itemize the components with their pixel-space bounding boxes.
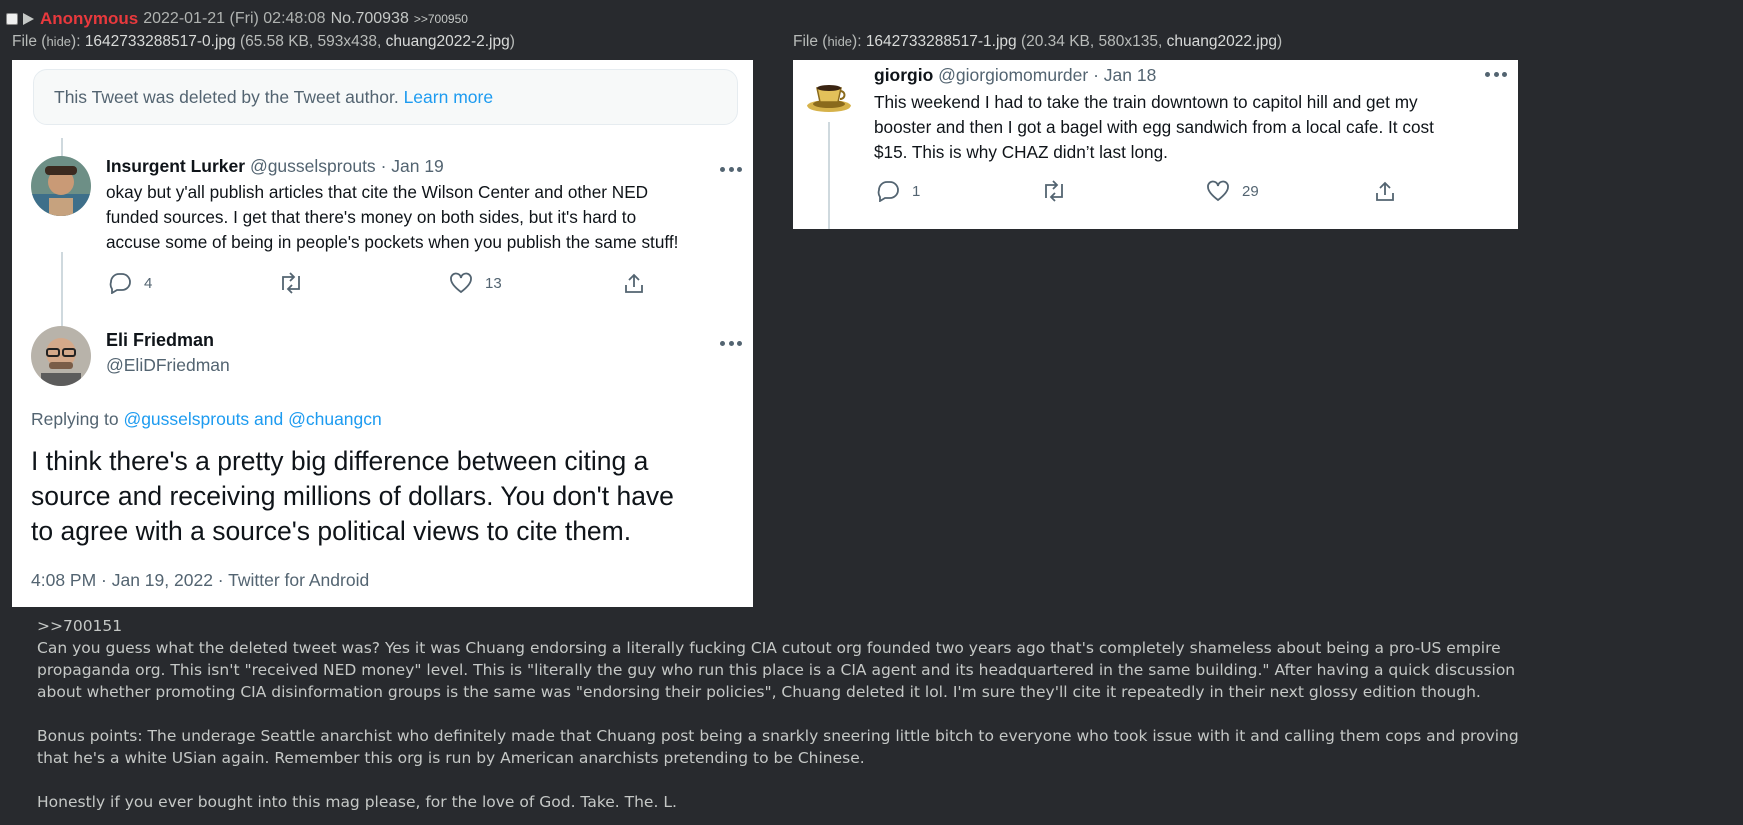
hide-file-link[interactable]: hide bbox=[46, 34, 71, 49]
tweet-line: source and receiving millions of dollars… bbox=[31, 481, 674, 511]
file-original-name: chuang2022-2.jpg bbox=[385, 33, 510, 50]
tweet-timestamp: 4:08 PM · Jan 19, 2022 · Twitter for And… bbox=[31, 570, 370, 590]
more-icon bbox=[720, 167, 742, 173]
tweet-header: Insurgent Lurker @gusselsprouts · Jan 19 bbox=[106, 156, 444, 177]
tweet-author-handle: @giorgiomomurder bbox=[938, 65, 1089, 85]
deleted-notice-text: This Tweet was deleted by the Tweet auth… bbox=[54, 86, 399, 107]
reply-count: 4 bbox=[144, 274, 153, 292]
tweet-line: funded sources. I get that there's money… bbox=[106, 207, 637, 227]
tweet-line: I think there's a pretty big difference … bbox=[31, 446, 649, 476]
post-date: 2022-01-21 (Fri) 02:48:08 bbox=[143, 10, 326, 27]
share-icon bbox=[1376, 181, 1394, 201]
tweet-text: This weekend I had to take the train dow… bbox=[874, 90, 1434, 165]
tweet-line: to agree with a source's political views… bbox=[31, 516, 632, 546]
retweet-icon bbox=[1045, 180, 1063, 202]
tweet-header: giorgio @giorgiomomurder · Jan 18 bbox=[874, 65, 1156, 86]
hide-file-link[interactable]: hide bbox=[827, 34, 852, 49]
like-count: 13 bbox=[485, 274, 502, 292]
poster-name: Anonymous bbox=[40, 9, 139, 28]
like-icon bbox=[1207, 180, 1229, 202]
replying-label: Replying to bbox=[31, 409, 119, 429]
tweet-actions: 1 29 bbox=[876, 180, 1476, 204]
post-menu-arrow-icon[interactable] bbox=[23, 13, 34, 25]
post-number-link[interactable]: No.700938 bbox=[331, 10, 409, 28]
comment-line: about whether promoting CIA disinformati… bbox=[37, 683, 1481, 701]
deleted-tweet-notice: This Tweet was deleted by the Tweet auth… bbox=[33, 69, 738, 125]
reply-count: 1 bbox=[912, 182, 921, 200]
file-original-name: chuang2022.jpg bbox=[1166, 33, 1277, 50]
tweet-date: · Jan 19 bbox=[380, 156, 444, 176]
replying-handles: @gusselsprouts and @chuangcn bbox=[123, 409, 382, 429]
post-header: Anonymous 2022-01-21 (Fri) 02:48:08 No.7… bbox=[6, 9, 468, 29]
file-meta: 20.34 KB, 580x135 bbox=[1026, 33, 1158, 50]
post-comment: >>700151 Can you guess what the deleted … bbox=[37, 615, 1727, 813]
comment-line: Can you guess what the deleted tweet was… bbox=[37, 639, 1501, 657]
tweet-actions: 4 13 bbox=[108, 272, 668, 296]
tweet-author-name: giorgio bbox=[874, 65, 934, 85]
file-info-1: File (hide): 1642733288517-0.jpg (65.58 … bbox=[12, 33, 515, 50]
attached-image-2[interactable]: giorgio @giorgiomomurder · Jan 18 This w… bbox=[793, 60, 1518, 229]
tweet-author-handle: @gusselsprouts bbox=[249, 156, 376, 176]
comment-line: that he's a white USian again. Remember … bbox=[37, 749, 865, 767]
attached-image-1[interactable]: This Tweet was deleted by the Tweet auth… bbox=[12, 60, 753, 607]
tweet-line: This weekend I had to take the train dow… bbox=[874, 92, 1418, 112]
replying-to: Replying to @gusselsprouts and @chuangcn bbox=[31, 409, 382, 430]
tweet-line: $15. This is why CHAZ didn’t last long. bbox=[874, 142, 1168, 162]
tweet-line: okay but y'all publish articles that cit… bbox=[106, 182, 649, 202]
tweet-author-name: Insurgent Lurker bbox=[106, 156, 246, 176]
avatar bbox=[31, 156, 91, 216]
quote-link[interactable]: >>700151 bbox=[37, 615, 1727, 637]
file-label: File bbox=[793, 33, 818, 50]
file-info-2: File (hide): 1642733288517-1.jpg (20.34 … bbox=[793, 33, 1283, 50]
like-count: 29 bbox=[1242, 182, 1259, 200]
more-icon bbox=[720, 341, 742, 347]
tweet-date: · Jan 18 bbox=[1093, 65, 1157, 85]
tweet-line: booster and then I got a bagel with egg … bbox=[874, 117, 1434, 137]
comment-line: Honestly if you ever bought into this ma… bbox=[37, 793, 677, 811]
reply-icon bbox=[877, 181, 899, 202]
tweet-text: okay but y'all publish articles that cit… bbox=[106, 180, 678, 255]
reply-icon bbox=[109, 273, 131, 294]
comment-line: Bonus points: The underage Seattle anarc… bbox=[37, 727, 1519, 745]
main-tweet-text: I think there's a pretty big difference … bbox=[31, 444, 743, 549]
tweet-author-handle: @EliDFriedman bbox=[106, 355, 230, 375]
post-select-checkbox[interactable] bbox=[6, 13, 18, 25]
file-meta: 65.58 KB, 593x438 bbox=[245, 33, 377, 50]
file-name-link[interactable]: 1642733288517-1.jpg bbox=[866, 33, 1017, 50]
retweet-icon bbox=[282, 272, 300, 294]
like-icon bbox=[450, 272, 472, 294]
avatar bbox=[31, 326, 91, 386]
comment-line: propaganda org. This isn't "received NED… bbox=[37, 661, 1516, 679]
learn-more-link: Learn more bbox=[403, 86, 494, 107]
file-name-link[interactable]: 1642733288517-0.jpg bbox=[85, 33, 236, 50]
tweet-author-name: Eli Friedman bbox=[106, 330, 215, 350]
post-backlink[interactable]: >>700950 bbox=[414, 12, 468, 26]
file-label: File bbox=[12, 33, 37, 50]
thread-line bbox=[828, 122, 830, 229]
more-icon bbox=[1485, 72, 1507, 78]
share-icon bbox=[625, 273, 643, 293]
tweet-line: accuse some of being in people's pockets… bbox=[106, 232, 679, 252]
avatar bbox=[803, 66, 855, 118]
